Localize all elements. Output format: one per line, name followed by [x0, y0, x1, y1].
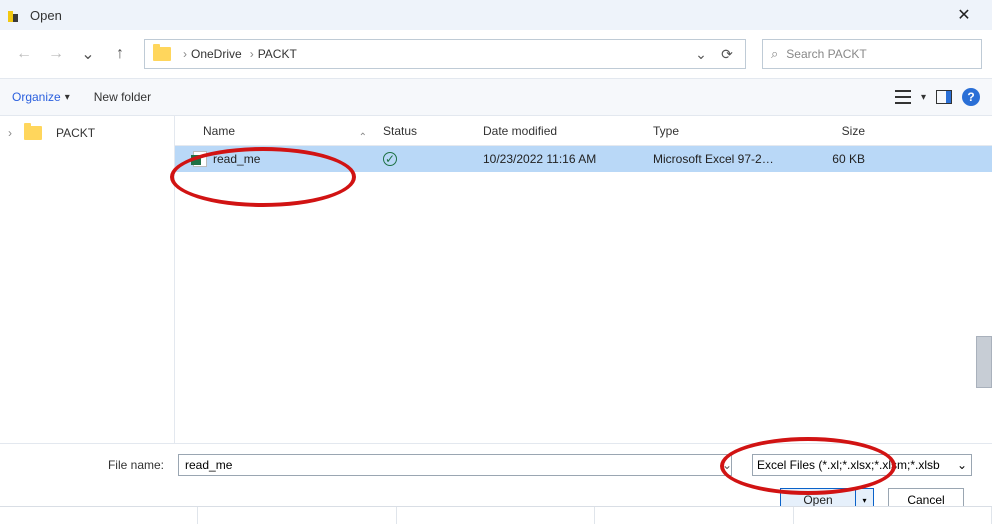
column-headers: Name ⌃ Status Date modified Type Size	[175, 116, 992, 146]
column-header-type[interactable]: Type	[645, 124, 805, 138]
search-placeholder: Search PACKT	[786, 47, 866, 61]
table-row[interactable]: read_me ✓ 10/23/2022 11:16 AM Microsoft …	[175, 146, 992, 172]
tree-item-packt[interactable]: › PACKT	[0, 122, 174, 144]
breadcrumb[interactable]: PACKT	[258, 47, 297, 61]
help-icon[interactable]: ?	[962, 88, 980, 106]
filename-input[interactable]	[178, 454, 732, 476]
search-icon: ⌕	[771, 46, 778, 62]
up-button[interactable]: ↑	[106, 40, 134, 68]
navigation-row: ← → ⌄ ↑ › OneDrive › PACKT ⌄ ⟳ ⌕ Search …	[0, 30, 992, 78]
chevron-down-icon: ⌄	[957, 458, 967, 472]
chevron-down-icon: ▾	[65, 92, 70, 103]
recent-locations-button[interactable]: ⌄	[74, 40, 102, 68]
file-type-filter[interactable]: Excel Files (*.xl;*.xlsx;*.xlsm;*.xlsb ⌄	[752, 454, 972, 476]
window-title: Open	[30, 8, 62, 23]
address-history-dropdown[interactable]: ⌄	[691, 46, 711, 63]
scrollbar-thumb[interactable]	[976, 336, 992, 388]
background-strip	[0, 506, 992, 524]
column-header-date[interactable]: Date modified	[475, 124, 645, 138]
sort-indicator-icon: ⌃	[359, 132, 367, 143]
file-type-label: Excel Files (*.xl;*.xlsx;*.xlsm;*.xlsb	[757, 458, 940, 472]
folder-tree: › PACKT	[0, 116, 175, 446]
new-folder-label: New folder	[94, 90, 151, 104]
organize-button[interactable]: Organize ▾	[12, 90, 70, 104]
column-header-name[interactable]: Name ⌃	[175, 124, 375, 138]
file-date: 10/23/2022 11:16 AM	[475, 152, 645, 166]
chevron-right-icon: ›	[183, 47, 187, 61]
folder-icon	[24, 126, 42, 140]
filename-label: File name:	[20, 458, 170, 472]
titlebar: Open ✕	[0, 0, 992, 30]
organize-label: Organize	[12, 90, 61, 104]
close-icon[interactable]: ✕	[944, 5, 984, 25]
app-icon	[8, 8, 22, 22]
search-input[interactable]: ⌕ Search PACKT	[762, 39, 982, 69]
file-type: Microsoft Excel 97-2…	[645, 152, 805, 166]
sync-status-icon: ✓	[383, 152, 397, 166]
new-folder-button[interactable]: New folder	[94, 90, 151, 104]
file-list: Name ⌃ Status Date modified Type Size re…	[175, 116, 992, 446]
folder-icon	[153, 47, 171, 61]
address-bar[interactable]: › OneDrive › PACKT ⌄ ⟳	[144, 39, 746, 69]
file-size: 60 KB	[805, 152, 885, 166]
tree-item-label: PACKT	[56, 126, 95, 140]
main-area: › PACKT Name ⌃ Status Date modified Type…	[0, 116, 992, 446]
file-name: read_me	[213, 152, 260, 166]
breadcrumb[interactable]: OneDrive	[191, 47, 242, 61]
refresh-button[interactable]: ⟳	[717, 46, 737, 63]
toolbar: Organize ▾ New folder ▾ ?	[0, 78, 992, 116]
chevron-right-icon: ›	[250, 47, 254, 61]
preview-pane-icon[interactable]	[936, 90, 952, 104]
chevron-down-icon[interactable]: ▾	[921, 92, 926, 103]
view-options-icon[interactable]	[895, 90, 911, 104]
excel-file-icon	[193, 151, 207, 167]
forward-button[interactable]: →	[42, 40, 70, 68]
column-header-status[interactable]: Status	[375, 124, 475, 138]
back-button[interactable]: ←	[10, 40, 38, 68]
chevron-right-icon: ›	[8, 126, 18, 140]
column-header-size[interactable]: Size	[805, 124, 885, 138]
